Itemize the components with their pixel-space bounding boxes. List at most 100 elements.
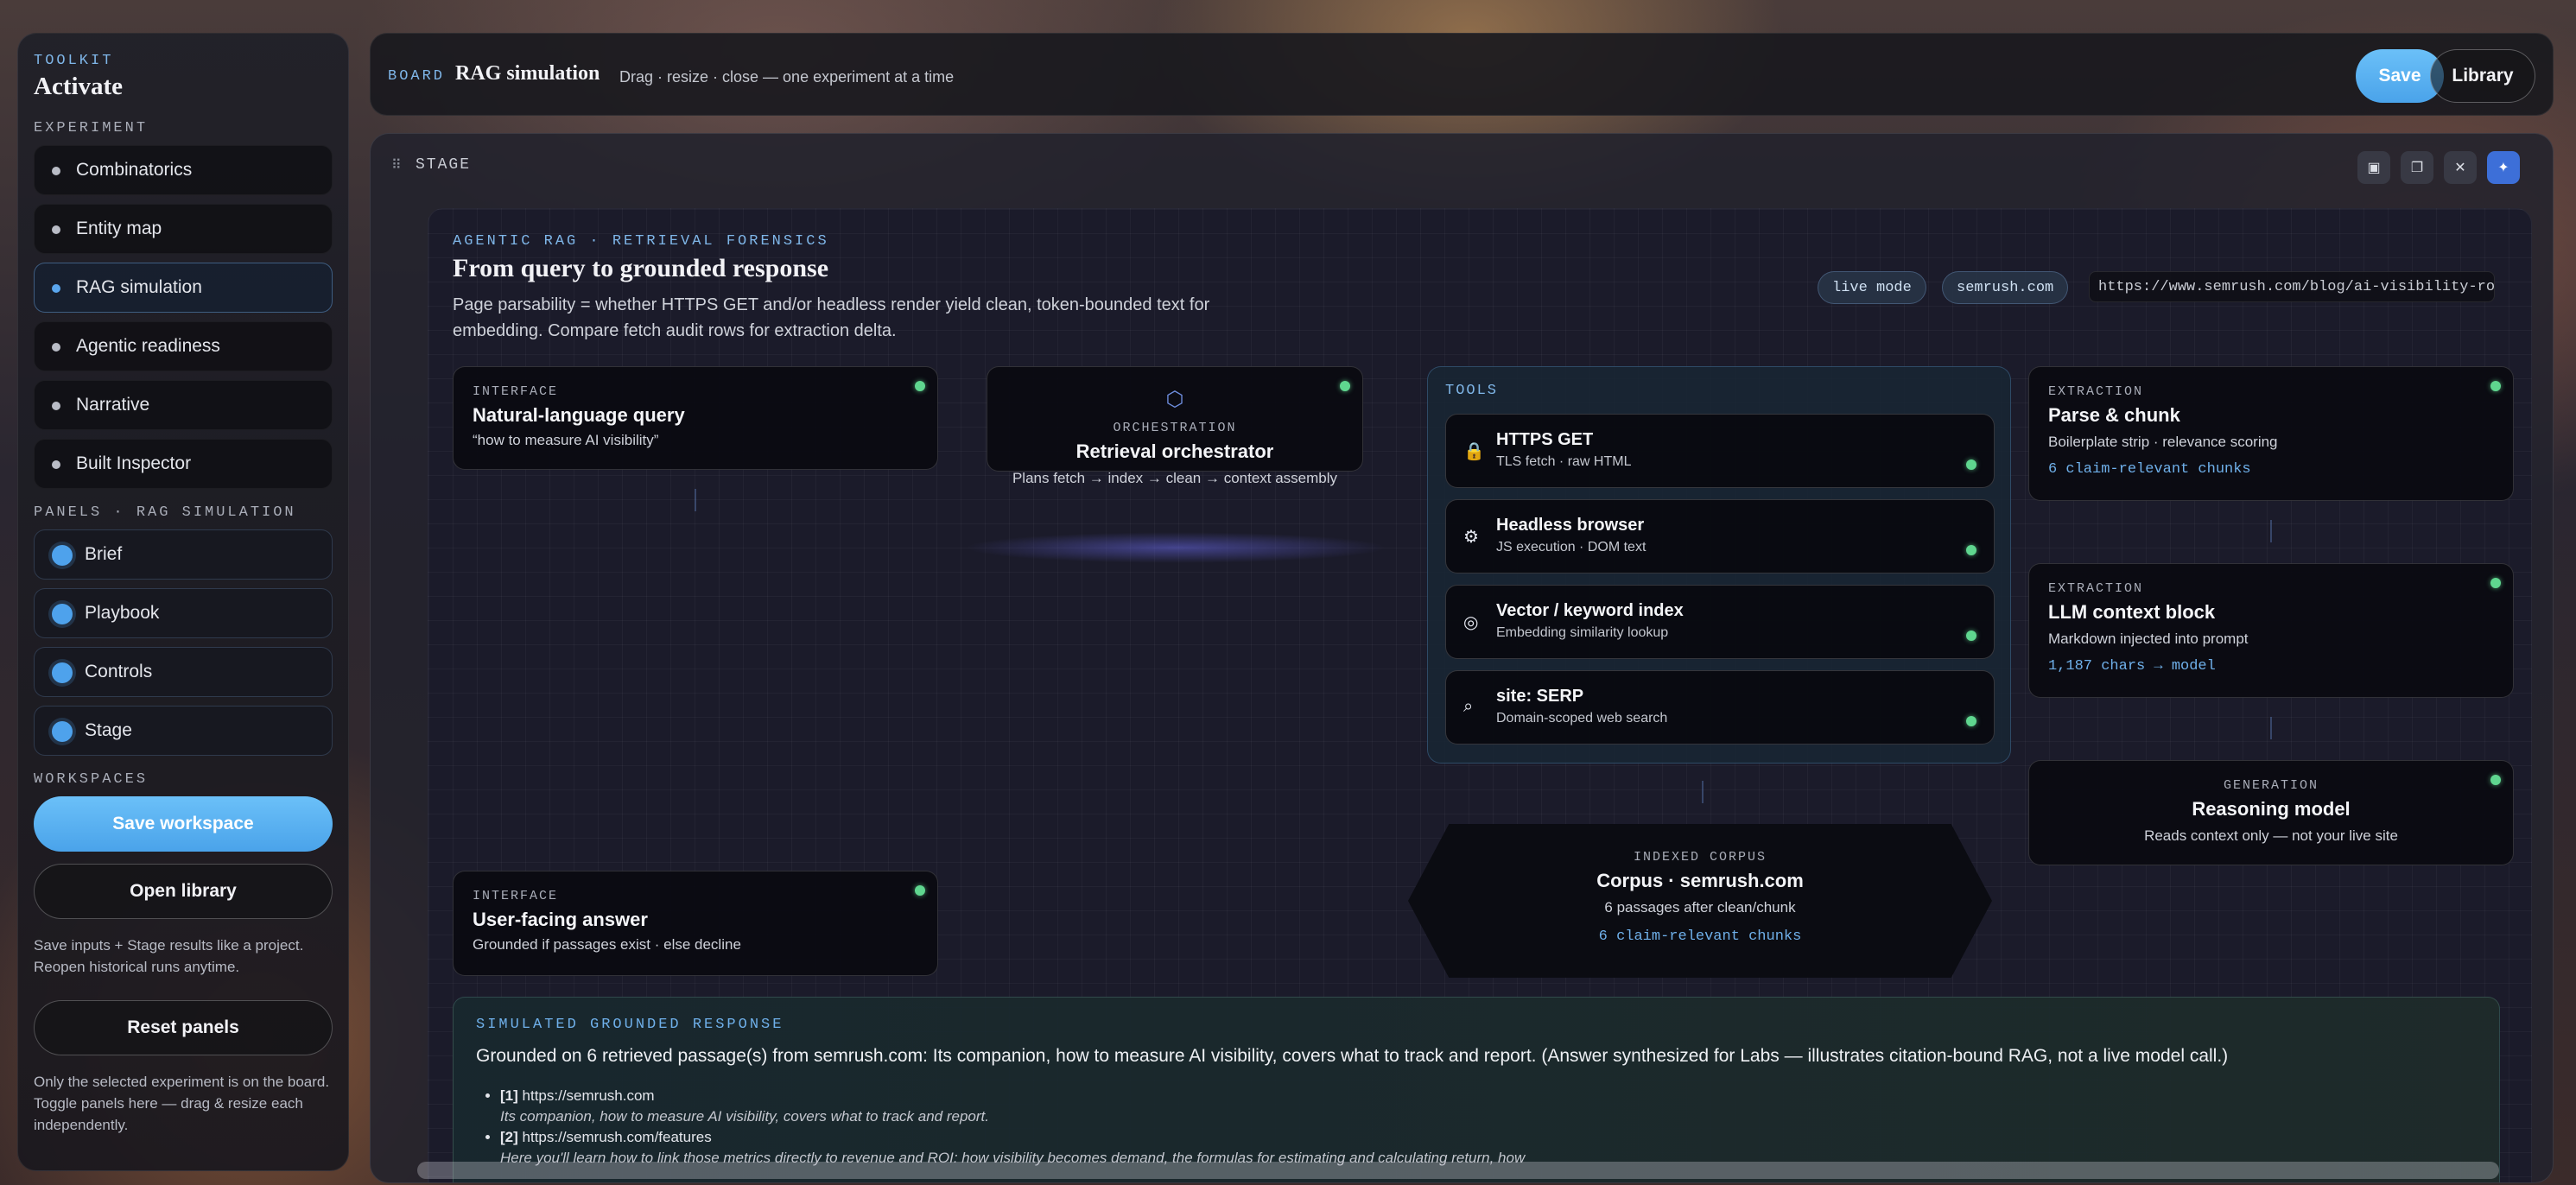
toggle-indicator bbox=[52, 545, 73, 566]
domain-pill[interactable]: semrush.com bbox=[1942, 271, 2069, 304]
card-kicker: GENERATION bbox=[2223, 778, 2319, 793]
tool-https-get[interactable]: 🔒 HTTPS GET TLS fetch · raw HTML bbox=[1445, 414, 1995, 488]
sidebar-item-rag-simulation[interactable]: RAG simulation bbox=[34, 263, 333, 313]
citation-quote: Its companion, how to measure AI visibil… bbox=[500, 1108, 989, 1125]
gear-icon: ⚙ bbox=[1463, 528, 1479, 547]
card-title: Retrieval orchestrator bbox=[1075, 440, 1274, 462]
status-dot bbox=[52, 167, 60, 175]
tool-subtitle: TLS fetch · raw HTML bbox=[1496, 454, 1632, 469]
query-card[interactable]: INTERFACE Natural-language query “how to… bbox=[453, 366, 938, 470]
save-workspace-button[interactable]: Save workspace bbox=[34, 796, 333, 852]
card-title: User-facing answer bbox=[473, 909, 648, 930]
reasoning-model-card[interactable]: GENERATION Reasoning model Reads context… bbox=[2028, 760, 2514, 865]
sidebar-item-entity-map[interactable]: Entity map bbox=[34, 204, 333, 254]
toggle-indicator bbox=[52, 662, 73, 683]
tools-heading: TOOLS bbox=[1445, 383, 1499, 399]
sidebar-item-label: Built Inspector bbox=[76, 453, 192, 473]
target-icon: ◎ bbox=[1463, 613, 1479, 632]
sidebar-item-narrative[interactable]: Narrative bbox=[34, 380, 333, 430]
panel-toggle-playbook[interactable]: Playbook bbox=[34, 588, 333, 638]
canvas-subtitle: Page parsability = whether HTTPS GET and… bbox=[453, 295, 1210, 340]
board-title: RAG simulation bbox=[455, 62, 600, 85]
card-subtitle: Plans fetch → index → clean → context as… bbox=[1012, 470, 1338, 486]
tool-title: Headless browser bbox=[1496, 516, 1645, 535]
card-title: LLM context block bbox=[2048, 601, 2216, 623]
panel-toggle-stage[interactable]: Stage bbox=[34, 706, 333, 756]
workspaces-heading: WORKSPACES bbox=[34, 771, 149, 788]
card-kicker: ORCHESTRATION bbox=[1113, 421, 1237, 435]
card-title: Reasoning model bbox=[2192, 798, 2351, 820]
card-kicker: INTERFACE bbox=[473, 384, 559, 399]
sidebar-item-built-inspector[interactable]: Built Inspector bbox=[34, 439, 333, 489]
experiment-heading: EXPERIMENT bbox=[34, 120, 149, 136]
card-subtitle: Grounded if passages exist · else declin… bbox=[473, 936, 741, 953]
card-subtitle: Reads context only — not your live site bbox=[2144, 827, 2398, 844]
tool-subtitle: JS execution · DOM text bbox=[1496, 540, 1646, 554]
tool-title: site: SERP bbox=[1496, 687, 1584, 706]
parse-chunk-card[interactable]: EXTRACTION Parse & chunk Boilerplate str… bbox=[2028, 366, 2514, 501]
card-title: Corpus · semrush.com bbox=[1596, 870, 1804, 891]
status-dot bbox=[2490, 578, 2501, 588]
url-input[interactable]: https://www.semrush.com/blog/ai-visibili… bbox=[2089, 271, 2495, 302]
orchestrator-glow bbox=[964, 532, 1387, 563]
citation-url[interactable]: https://semrush.com bbox=[523, 1087, 655, 1104]
reset-panels-button[interactable]: Reset panels bbox=[34, 1000, 333, 1055]
status-dot bbox=[52, 343, 60, 352]
stage-panel: ⠿ STAGE ▣ ❐ ✕ ✦ AGENTIC RAG · RETRIEVAL … bbox=[370, 133, 2554, 1183]
card-subtitle: Boilerplate strip · relevance scoring bbox=[2048, 434, 2278, 450]
card-subtitle: 6 passages after clean/chunk bbox=[1604, 899, 1796, 916]
citation-ref: [2] bbox=[500, 1129, 518, 1145]
corpus-card[interactable]: INDEXED CORPUS Corpus · semrush.com 6 pa… bbox=[1408, 824, 1992, 978]
status-dot bbox=[1966, 631, 1976, 641]
panel-toggle-controls[interactable]: Controls bbox=[34, 647, 333, 697]
panels-heading: PANELS · RAG SIMULATION bbox=[34, 504, 296, 521]
board-subtitle: Drag · resize · close — one experiment a… bbox=[619, 68, 955, 86]
tool-title: Vector / keyword index bbox=[1496, 601, 1684, 620]
tool-vector-index[interactable]: ◎ Vector / keyword index Embedding simil… bbox=[1445, 585, 1995, 659]
stage-label: STAGE bbox=[416, 156, 472, 174]
connector bbox=[2270, 520, 2272, 542]
tool-site-serp[interactable]: ⌕ site: SERP Domain-scoped web search bbox=[1445, 670, 1995, 745]
status-dot bbox=[52, 225, 60, 234]
status-dot bbox=[52, 460, 60, 469]
citation-ref: [1] bbox=[500, 1087, 518, 1104]
open-library-button[interactable]: Open library bbox=[34, 864, 333, 919]
sidebar-item-label: Entity map bbox=[76, 219, 162, 238]
card-meta: 1,187 chars → model bbox=[2048, 658, 2216, 675]
card-subtitle: Markdown injected into prompt bbox=[2048, 631, 2249, 647]
connector bbox=[2270, 717, 2272, 739]
orchestrator-card[interactable]: ⬡ ORCHESTRATION Retrieval orchestrator P… bbox=[987, 366, 1363, 486]
card-kicker: INTERFACE bbox=[473, 889, 559, 903]
tool-title: HTTPS GET bbox=[1496, 430, 1594, 449]
answer-card[interactable]: INTERFACE User-facing answer Grounded if… bbox=[453, 871, 938, 976]
status-dot bbox=[52, 284, 60, 293]
workspace-note: Save inputs + Stage results like a proje… bbox=[34, 937, 304, 975]
board-header: BOARD RAG simulation Drag · resize · clo… bbox=[370, 33, 2554, 116]
citation-url[interactable]: https://semrush.com/features bbox=[523, 1129, 712, 1145]
card-kicker: INDEXED CORPUS bbox=[1633, 850, 1767, 865]
sidebar-kicker: TOOLKIT bbox=[34, 53, 114, 69]
sidebar-item-label: Narrative bbox=[76, 395, 150, 415]
llm-context-card[interactable]: EXTRACTION LLM context block Markdown in… bbox=[2028, 563, 2514, 698]
library-button[interactable]: Library bbox=[2430, 49, 2535, 103]
connector bbox=[1702, 781, 1704, 803]
panel-toggle-brief[interactable]: Brief bbox=[34, 529, 333, 580]
close-icon[interactable]: ✕ bbox=[2444, 151, 2477, 184]
sidebar-item-combinatorics[interactable]: Combinatorics bbox=[34, 145, 333, 195]
status-dot bbox=[915, 885, 925, 896]
minimize-icon[interactable]: ▣ bbox=[2357, 151, 2390, 184]
horizontal-scrollbar[interactable] bbox=[417, 1162, 2499, 1179]
card-title: Natural-language query bbox=[473, 404, 685, 426]
canvas-kicker: AGENTIC RAG · RETRIEVAL FORENSICS bbox=[453, 233, 829, 250]
panel-label: Stage bbox=[85, 720, 132, 740]
mode-pill[interactable]: live mode bbox=[1818, 271, 1926, 304]
card-kicker: EXTRACTION bbox=[2048, 384, 2144, 399]
sidebar-item-label: Combinatorics bbox=[76, 160, 193, 180]
sparkle-icon[interactable]: ✦ bbox=[2487, 151, 2520, 184]
panel-label: Brief bbox=[85, 544, 123, 564]
response-text: Grounded on 6 retrieved passage(s) from … bbox=[476, 1046, 2229, 1066]
copy-icon[interactable]: ❐ bbox=[2401, 151, 2433, 184]
sidebar-item-agentic-readiness[interactable]: Agentic readiness bbox=[34, 321, 333, 371]
tool-headless-browser[interactable]: ⚙ Headless browser JS execution · DOM te… bbox=[1445, 499, 1995, 573]
drag-handle-icon[interactable]: ⠿ bbox=[391, 156, 402, 174]
